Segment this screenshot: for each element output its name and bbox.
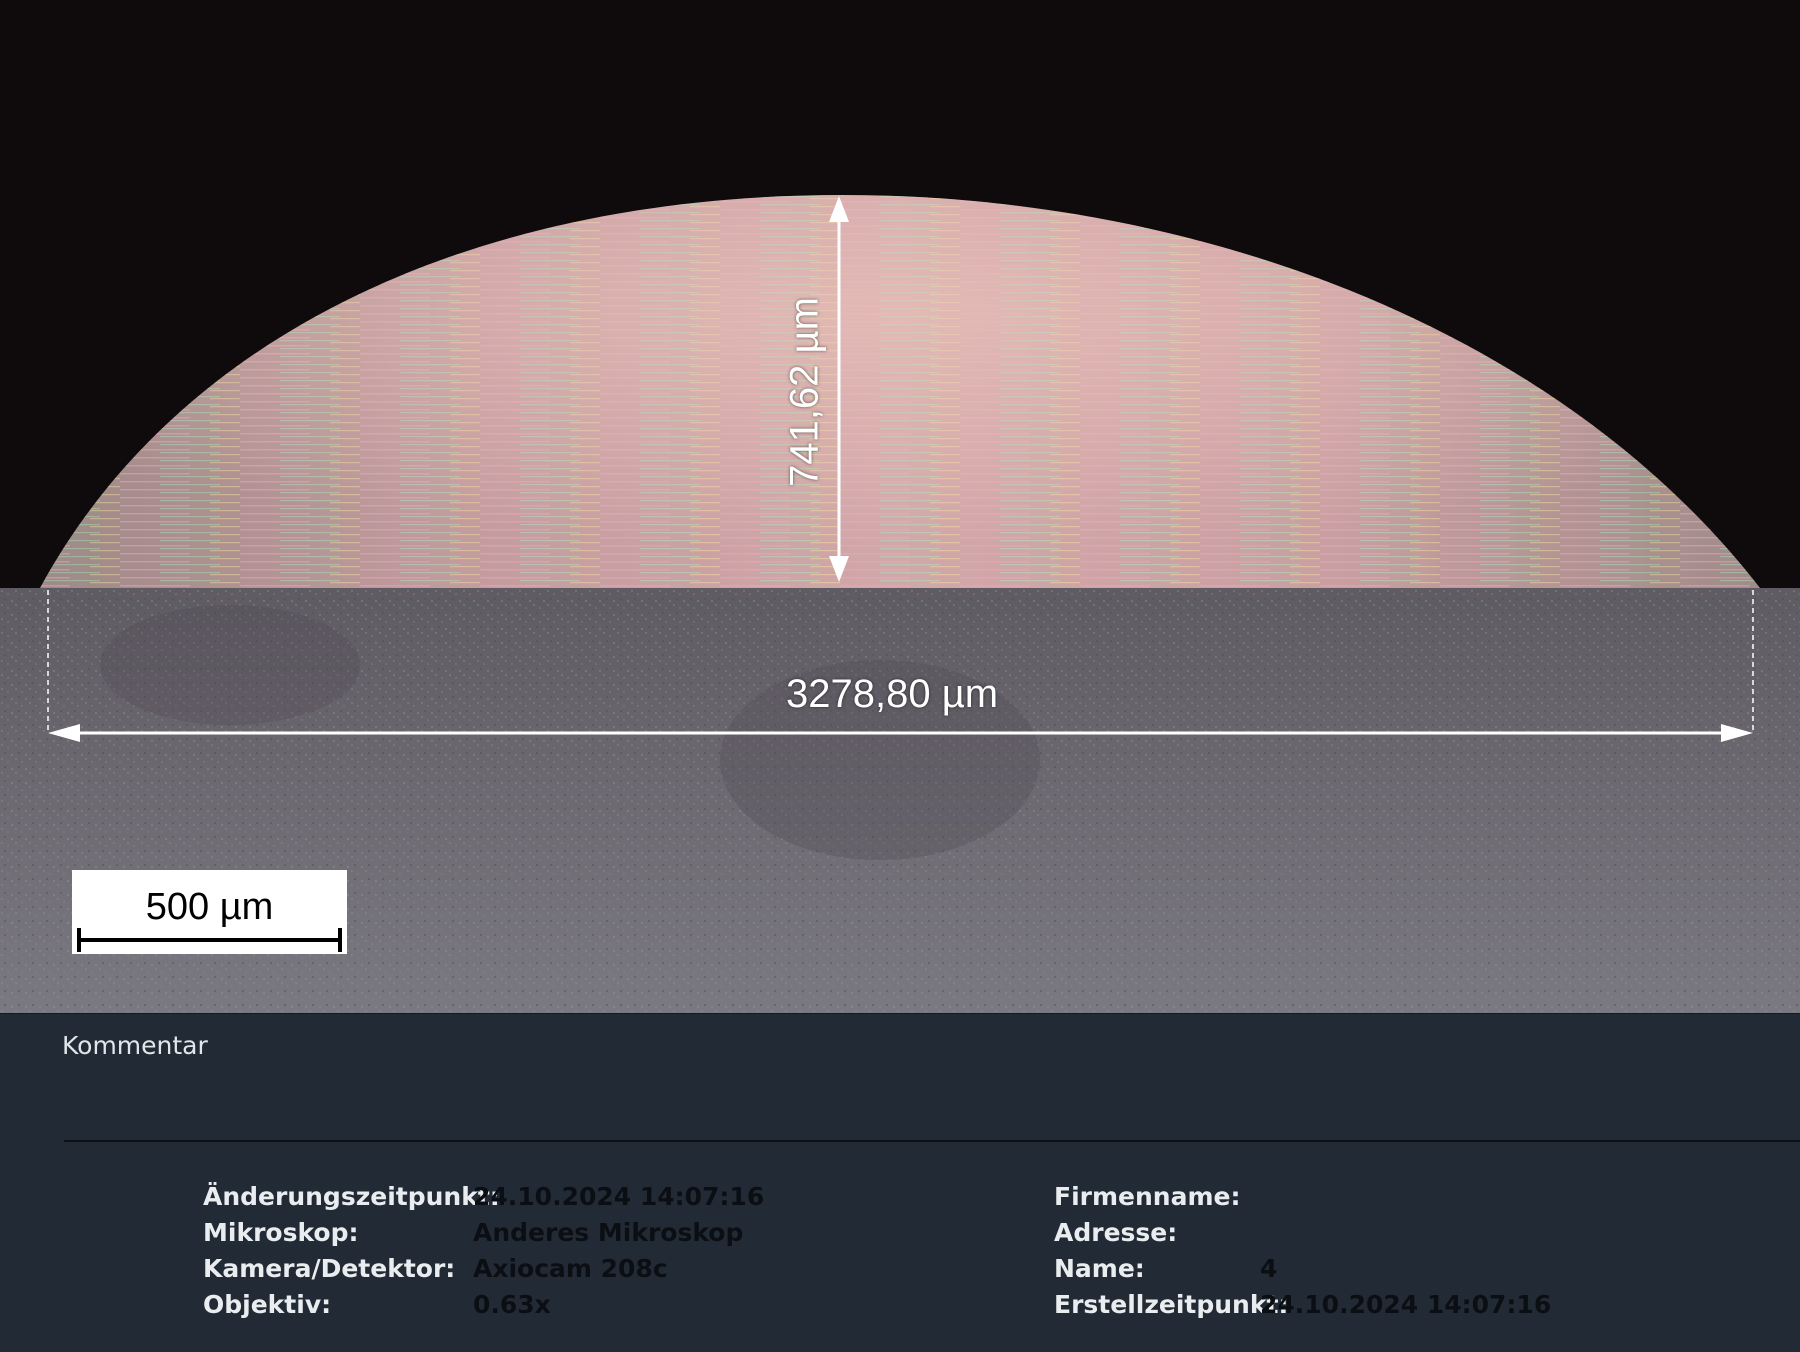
meta-value-modified: 24.10.2024 14:07:16: [473, 1182, 765, 1211]
info-panel: Kommentar Änderungszeitpunkt: 24.10.2024…: [0, 1013, 1800, 1352]
comment-field[interactable]: [62, 1069, 1762, 1135]
meta-key-modified: Änderungszeitpunkt:: [203, 1182, 500, 1211]
meta-key-company: Firmenname:: [1054, 1182, 1241, 1211]
micrograph-image: [0, 0, 1800, 1013]
scale-bar-label: 500 µm: [145, 886, 274, 928]
scale-bar-line: [77, 938, 342, 942]
scale-bar-tick-left: [77, 928, 81, 952]
meta-value-camera: Axiocam 208c: [473, 1254, 668, 1283]
meta-value-name: 4: [1260, 1254, 1278, 1283]
meta-key-created: Erstellzeitpunkt:: [1054, 1290, 1289, 1319]
width-measurement-label: 3278,80 µm: [786, 672, 999, 716]
meta-key-address: Adresse:: [1054, 1218, 1178, 1247]
comment-label: Kommentar: [62, 1031, 208, 1060]
scale-bar: 500 µm: [72, 870, 347, 954]
meta-value-created: 24.10.2024 14:07:16: [1260, 1290, 1552, 1319]
meta-key-name: Name:: [1054, 1254, 1145, 1283]
meta-value-microscope: Anderes Mikroskop: [473, 1218, 744, 1247]
scale-bar-tick-right: [338, 928, 342, 952]
height-measurement-label: 741,62 µm: [782, 297, 827, 487]
meta-value-objective: 0.63x: [473, 1290, 551, 1319]
meta-key-camera: Kamera/Detektor:: [203, 1254, 456, 1283]
divider: [64, 1140, 1800, 1142]
meta-key-microscope: Mikroskop:: [203, 1218, 359, 1247]
micrograph-view[interactable]: 3278,80 µm 741,62 µm 500 µm: [0, 0, 1800, 1013]
meta-key-objective: Objektiv:: [203, 1290, 332, 1319]
